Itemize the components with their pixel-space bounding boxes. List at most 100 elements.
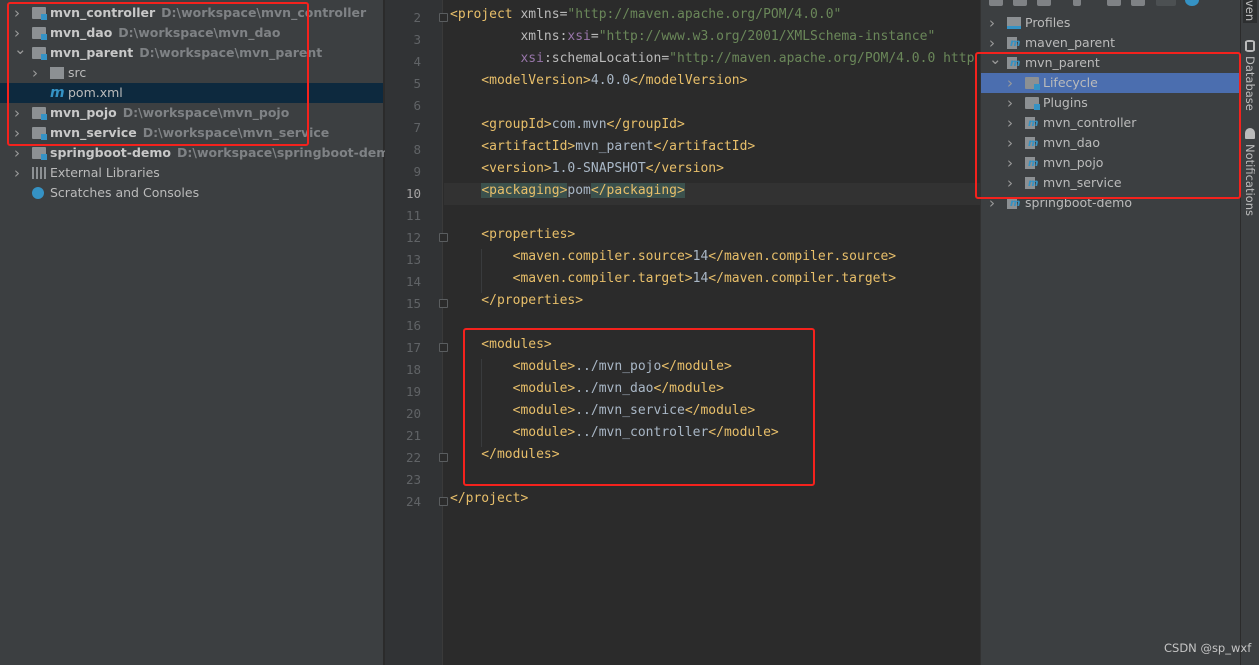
database-tab[interactable]: Database bbox=[1243, 56, 1257, 111]
tree-item-path: D:\workspace\mvn_pojo bbox=[122, 105, 290, 120]
add-icon[interactable] bbox=[1073, 0, 1081, 6]
code-line[interactable]: </properties> bbox=[450, 293, 583, 315]
code-token-tag: </maven.compiler.source> bbox=[708, 249, 897, 264]
fold-close-icon[interactable] bbox=[439, 453, 448, 462]
run-icon[interactable] bbox=[1107, 0, 1121, 6]
tree-item-scratches-and-consoles[interactable]: Scratches and Consoles bbox=[0, 183, 383, 203]
tree-item-label: External Libraries bbox=[50, 165, 160, 180]
line-number: 18 bbox=[405, 362, 421, 377]
code-line[interactable]: <version>1.0-SNAPSHOT</version> bbox=[450, 161, 724, 183]
code-line[interactable]: <module>../mvn_service</module> bbox=[450, 403, 756, 425]
maven-item-mvn-controller[interactable]: › mvn_controller bbox=[981, 113, 1240, 133]
help-icon[interactable] bbox=[1185, 0, 1199, 6]
maven-tab[interactable]: ven bbox=[1243, 0, 1257, 24]
fold-open-icon[interactable] bbox=[439, 343, 448, 352]
chevron-right-icon[interactable]: › bbox=[14, 143, 24, 163]
code-token-tag: <properties> bbox=[450, 227, 576, 242]
fold-open-icon[interactable] bbox=[439, 13, 448, 22]
code-line[interactable]: </project> bbox=[450, 491, 528, 513]
chevron-right-icon[interactable]: › bbox=[14, 163, 24, 183]
maven-item-plugins[interactable]: › Plugins bbox=[981, 93, 1240, 113]
line-number: 9 bbox=[413, 164, 421, 179]
maven-tool-window: ›Profiles›maven_parent⌄mvn_parent›Lifecy… bbox=[980, 0, 1240, 665]
maven-item-mvn-pojo[interactable]: › mvn_pojo bbox=[981, 153, 1240, 173]
tree-item-mvn-controller[interactable]: › mvn_controller D:\workspace\mvn_controll… bbox=[0, 3, 383, 23]
line-number: 19 bbox=[405, 384, 421, 399]
maven-item-label: mvn_controller bbox=[1043, 115, 1137, 130]
code-line[interactable]: <module>../mvn_pojo</module> bbox=[450, 359, 732, 381]
tree-item-mvn-pojo[interactable]: › mvn_pojo D:\workspace\mvn_pojo bbox=[0, 103, 383, 123]
maven-item-lifecycle[interactable]: › Lifecycle bbox=[981, 73, 1240, 93]
execute-goal-icon[interactable] bbox=[1131, 0, 1145, 6]
code-token-tag: </project> bbox=[450, 491, 529, 506]
maven-project-icon bbox=[1025, 177, 1038, 190]
chevron-right-icon[interactable]: › bbox=[1007, 93, 1017, 113]
chevron-right-icon[interactable]: › bbox=[32, 63, 42, 83]
tree-item-springboot-demo[interactable]: › springboot-demo D:\workspace\springboot-… bbox=[0, 143, 398, 163]
code-token-str: "http://maven.apache.org/POM/4.0.0" bbox=[567, 7, 842, 22]
code-line[interactable]: <properties> bbox=[450, 227, 575, 249]
watermark: CSDN @sp_wxf bbox=[1164, 641, 1252, 655]
chevron-right-icon[interactable]: › bbox=[1007, 73, 1017, 93]
code-line[interactable]: <module>../mvn_controller</module> bbox=[450, 425, 779, 447]
reload-icon[interactable] bbox=[989, 0, 1003, 6]
tree-item-mvn-service[interactable]: › mvn_service D:\workspace\mvn_service bbox=[0, 123, 383, 143]
chevron-right-icon[interactable]: › bbox=[989, 13, 999, 33]
code-line[interactable]: <maven.compiler.source>14</maven.compile… bbox=[450, 249, 897, 271]
database-icon bbox=[1245, 40, 1255, 52]
chevron-right-icon[interactable]: › bbox=[14, 123, 24, 143]
maven-item-maven-parent[interactable]: ›maven_parent bbox=[981, 33, 1240, 53]
chevron-right-icon[interactable]: › bbox=[1007, 173, 1017, 193]
chevron-right-icon[interactable]: › bbox=[1007, 133, 1017, 153]
code-line[interactable]: <maven.compiler.target>14</maven.compile… bbox=[450, 271, 897, 293]
code-line[interactable]: <artifactId>mvn_parent</artifactId> bbox=[450, 139, 755, 161]
fold-open-icon[interactable] bbox=[439, 233, 448, 242]
skip-tests-toggle-icon[interactable] bbox=[1156, 0, 1176, 6]
maven-item-mvn-service[interactable]: › mvn_service bbox=[981, 173, 1240, 193]
code-token-tag: <maven.compiler.target> bbox=[450, 271, 693, 286]
maven-file-icon: m bbox=[50, 85, 65, 101]
chevron-right-icon[interactable]: › bbox=[14, 103, 24, 123]
tree-item-label: src bbox=[68, 65, 87, 80]
module-folder-icon bbox=[32, 127, 47, 140]
chevron-right-icon[interactable]: › bbox=[989, 193, 999, 213]
line-number: 10 bbox=[405, 186, 421, 201]
maven-item-springboot-demo[interactable]: › springboot-demo bbox=[981, 193, 1240, 213]
chevron-right-icon[interactable]: › bbox=[1007, 113, 1017, 133]
chevron-down-icon[interactable]: ⌄ bbox=[989, 49, 1002, 69]
line-number: 2 bbox=[413, 10, 421, 25]
code-token-tag: </groupId> bbox=[606, 117, 685, 132]
tree-item-mvn-parent[interactable]: ⌄ mvn_parent D:\workspace\mvn_parent bbox=[0, 40, 383, 63]
maven-item-mvn-dao[interactable]: › mvn_dao bbox=[981, 133, 1240, 153]
tree-item-label: mvn_parent D:\workspace\mvn_parent bbox=[50, 45, 323, 60]
code-token-txt: 14 bbox=[692, 271, 709, 286]
line-number-gutter: 2 3 4 5 6 7 8 9 10 11 12 13 14 15 16 17 18 19 20 21 22 23 24 bbox=[385, 0, 443, 665]
code-line[interactable]: <modelVersion>4.0.0</modelVersion> bbox=[450, 73, 747, 95]
code-line[interactable]: <packaging>pom</packaging> bbox=[450, 183, 685, 205]
download-icon[interactable] bbox=[1037, 0, 1051, 6]
generate-sources-icon[interactable] bbox=[1013, 0, 1027, 6]
tree-item-mvn-dao[interactable]: › mvn_dao D:\workspace\mvn_dao bbox=[0, 23, 383, 43]
chevron-right-icon[interactable]: › bbox=[1007, 153, 1017, 173]
tree-item-external-libraries[interactable]: › External Libraries bbox=[0, 163, 383, 183]
chevron-down-icon[interactable]: ⌄ bbox=[14, 39, 27, 59]
notifications-tab[interactable]: Notifications bbox=[1243, 144, 1257, 216]
fold-close-icon[interactable] bbox=[439, 299, 448, 308]
code-line[interactable]: <groupId>com.mvn</groupId> bbox=[450, 117, 685, 139]
maven-item-label: springboot-demo bbox=[1025, 195, 1133, 210]
code-line[interactable]: xmlns:xsi="http://www.w3.org/2001/XMLSch… bbox=[450, 29, 935, 51]
code-editor[interactable]: 2 3 4 5 6 7 8 9 10 11 12 13 14 15 16 17 18 19 20 21 22 23 24 <… bbox=[385, 0, 980, 665]
maven-item-mvn-parent[interactable]: ⌄ mvn_parent bbox=[981, 50, 1240, 73]
chevron-right-icon[interactable]: › bbox=[14, 3, 24, 23]
code-line[interactable]: xsi:schemaLocation="http://maven.apache.… bbox=[450, 51, 974, 73]
line-number: 21 bbox=[405, 428, 421, 443]
code-line[interactable]: <project xmlns="http://maven.apache.org/… bbox=[450, 7, 841, 29]
code-line[interactable]: <module>../mvn_dao</module> bbox=[450, 381, 724, 403]
code-line[interactable]: <modules> bbox=[450, 337, 551, 359]
fold-close-icon[interactable] bbox=[439, 497, 448, 506]
maven-item-profiles[interactable]: › Profiles bbox=[981, 13, 1240, 33]
tree-item-src[interactable]: › src bbox=[0, 63, 383, 83]
code-line[interactable]: </modules> bbox=[450, 447, 559, 469]
tree-item-pom-xml[interactable]: m pom.xml bbox=[0, 83, 383, 103]
maven-item-label: Lifecycle bbox=[1043, 75, 1098, 90]
